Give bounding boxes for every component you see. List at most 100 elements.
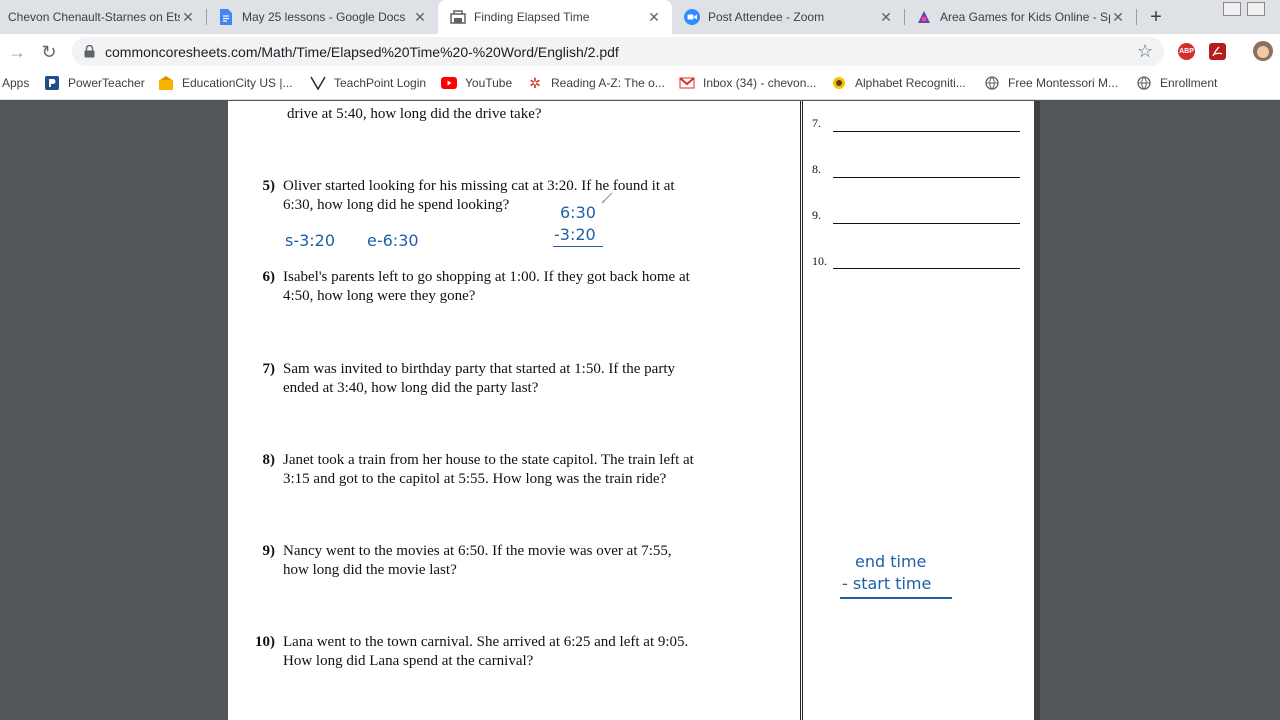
question-number: 10): [255, 634, 275, 650]
profile-avatar[interactable]: [1253, 41, 1273, 61]
tab-zoom[interactable]: Post Attendee - Zoom ✕: [672, 0, 904, 34]
question-number: 5): [262, 178, 276, 194]
gmail-icon: [679, 75, 695, 91]
question-line: ended at 3:40, how long did the party la…: [283, 380, 539, 396]
minimize-icon[interactable]: [1223, 2, 1241, 16]
bookmark-label: Free Montessori M...: [1008, 76, 1119, 90]
bookmark-free-montessori[interactable]: Free Montessori M...: [984, 75, 1118, 91]
annotation-start-time: s-3:20: [285, 231, 336, 250]
lock-icon: [84, 45, 95, 58]
bookmark-enrollment[interactable]: Enrollment: [1136, 75, 1217, 91]
annotation-formula-start: - start time: [842, 574, 932, 593]
question-4-partial: drive at 5:40, how long did the drive ta…: [287, 105, 542, 124]
annotation-end-time: e-6:30: [367, 231, 419, 250]
tab-area-games[interactable]: Area Games for Kids Online - Sp ✕: [904, 0, 1136, 34]
question-number: 9): [262, 543, 276, 559]
question-line: 4:50, how long were they gone?: [283, 288, 476, 304]
url-text[interactable]: commoncoresheets.com/Math/Time/Elapsed%2…: [105, 44, 619, 60]
bookmark-label: EducationCity US |...: [182, 76, 293, 90]
tab-title: Area Games for Kids Online - Sp: [940, 10, 1110, 24]
annotation-subtraction-bottom: -3:20: [554, 225, 596, 244]
question-body: Sam was invited to birthday party that s…: [283, 360, 733, 398]
reload-icon[interactable]: ↻: [39, 42, 59, 62]
new-tab-button[interactable]: +: [1146, 7, 1166, 27]
question-line: 3:15 and got to the capitol at 5:55. How…: [283, 471, 667, 487]
question-number: 8): [262, 452, 276, 468]
teachpoint-icon: [310, 75, 326, 91]
bookmark-alphabet-recognition[interactable]: Alphabet Recogniti...: [831, 75, 966, 91]
adblock-extension-icon[interactable]: ABP: [1178, 43, 1195, 60]
restore-icon[interactable]: [1247, 2, 1265, 16]
pdf-extension-icon[interactable]: [1209, 43, 1226, 60]
tab-google-docs[interactable]: May 25 lessons - Google Docs ✕: [206, 0, 438, 34]
bookmark-educationcity[interactable]: EducationCity US |...: [158, 75, 293, 91]
question-body: Oliver started looking for his missing c…: [283, 177, 733, 215]
bookmark-apps[interactable]: Apps: [2, 75, 29, 91]
bookmark-reading-az[interactable]: ✲ Reading A-Z: The o...: [527, 75, 665, 91]
close-icon[interactable]: ✕: [878, 9, 894, 25]
question-line: Janet took a train from her house to the…: [283, 452, 694, 468]
pdf-scrollbar[interactable]: [1034, 101, 1040, 720]
annotation-subtraction-top: 6:30: [560, 203, 596, 222]
globe-icon: [984, 75, 1000, 91]
bookmark-label: TeachPoint Login: [334, 76, 427, 90]
question-line: Nancy went to the movies at 6:50. If the…: [283, 543, 672, 559]
answer-label: 10.: [812, 254, 827, 268]
tab-title: May 25 lessons - Google Docs: [242, 10, 406, 24]
forward-icon[interactable]: →: [7, 42, 27, 62]
question-line: Oliver started looking for his missing c…: [283, 178, 675, 194]
question-line: How long did Lana spend at the carnival?: [283, 653, 534, 669]
reading-az-icon: ✲: [529, 74, 541, 91]
close-icon[interactable]: ✕: [1110, 9, 1126, 25]
answer-line: [833, 131, 1020, 132]
answer-line: [833, 177, 1020, 178]
close-icon[interactable]: ✕: [180, 9, 196, 25]
answer-line: [833, 268, 1020, 269]
bookmark-youtube[interactable]: YouTube: [441, 75, 512, 91]
tab-finding-elapsed-time[interactable]: Finding Elapsed Time ✕: [438, 0, 672, 34]
question-line: Lana went to the town carnival. She arri…: [283, 634, 689, 650]
bookmark-label: Apps: [2, 76, 30, 90]
question-line: 6:30, how long did he spend looking?: [283, 197, 510, 213]
youtube-icon: [441, 75, 457, 91]
powerteacher-icon: [44, 75, 60, 91]
worksheet-icon: [450, 9, 466, 25]
question-body: Isabel's parents left to go shopping at …: [283, 268, 733, 306]
answer-label: 8.: [812, 162, 821, 176]
tab-etsy[interactable]: Chevon Chenault-Starnes on Etsy ✕: [0, 0, 206, 34]
pdf-page: drive at 5:40, how long did the drive ta…: [228, 101, 1034, 720]
google-docs-icon: [218, 9, 234, 25]
tab-separator: [1136, 9, 1137, 25]
bookmark-label: Reading A-Z: The o...: [551, 76, 665, 90]
bookmark-gmail-inbox[interactable]: Inbox (34) - chevon...: [679, 75, 816, 91]
educationcity-icon: [158, 75, 174, 91]
pen-cursor-icon: [601, 192, 613, 204]
question-body: Lana went to the town carnival. She arri…: [283, 633, 733, 671]
sunflower-icon: [831, 75, 847, 91]
tab-strip: Chevon Chenault-Starnes on Etsy ✕ May 25…: [0, 0, 1280, 34]
bookmark-label: YouTube: [465, 76, 513, 90]
question-line: Sam was invited to birthday party that s…: [283, 361, 675, 377]
question-number: 6): [262, 269, 276, 285]
answer-line: [833, 223, 1020, 224]
tab-title: Chevon Chenault-Starnes on Etsy: [8, 10, 180, 24]
annotation-formula-line: [840, 597, 952, 599]
bookmark-powerteacher[interactable]: PowerTeacher: [44, 75, 145, 91]
tab-title: Finding Elapsed Time: [474, 10, 590, 24]
bookmark-label: PowerTeacher: [68, 76, 145, 90]
bookmark-label: Inbox (34) - chevon...: [703, 76, 817, 90]
bookmark-star-icon[interactable]: ☆: [1137, 41, 1153, 62]
question-line: Isabel's parents left to go shopping at …: [283, 269, 690, 285]
bookmark-label: Alphabet Recogniti...: [855, 76, 966, 90]
question-number: 7): [262, 361, 276, 377]
answer-column-divider: [800, 101, 803, 720]
question-text: drive at 5:40, how long did the drive ta…: [287, 106, 542, 122]
question-body: Janet took a train from her house to the…: [283, 451, 733, 489]
annotation-subtraction-line: [553, 246, 603, 247]
answer-label: 7.: [812, 116, 821, 130]
bookmark-teachpoint[interactable]: TeachPoint Login: [310, 75, 426, 91]
globe-icon: [1136, 75, 1152, 91]
tab-title: Post Attendee - Zoom: [708, 10, 825, 24]
close-icon[interactable]: ✕: [646, 9, 662, 25]
close-icon[interactable]: ✕: [412, 9, 428, 25]
